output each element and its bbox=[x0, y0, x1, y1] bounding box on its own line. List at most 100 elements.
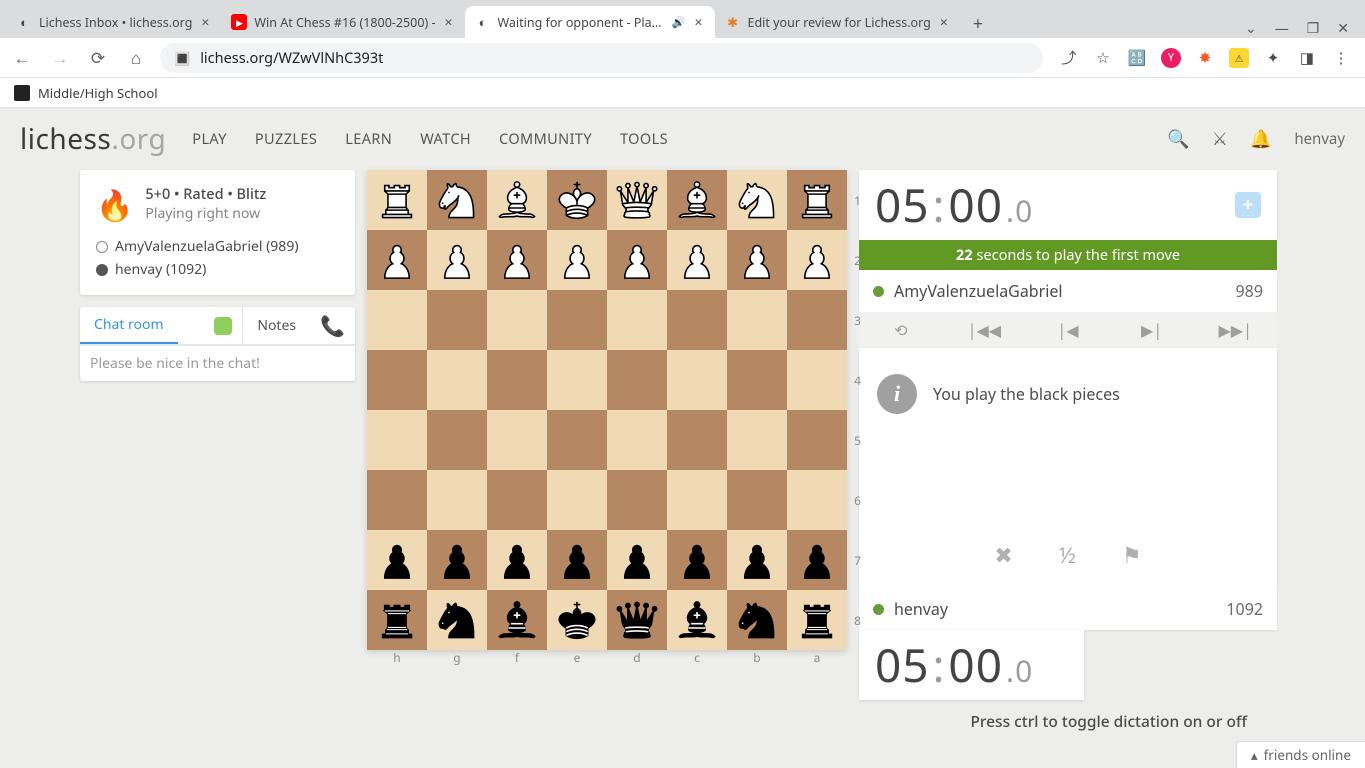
square[interactable] bbox=[367, 410, 427, 470]
minimize-icon[interactable]: — bbox=[1275, 19, 1289, 38]
nav-community[interactable]: COMMUNITY bbox=[499, 129, 592, 149]
square[interactable] bbox=[607, 170, 667, 230]
square[interactable] bbox=[667, 350, 727, 410]
piece-bP[interactable] bbox=[493, 536, 541, 584]
last-move-icon[interactable]: ▶▶| bbox=[1193, 312, 1277, 348]
reload-button[interactable]: ⟳ bbox=[84, 44, 112, 72]
square[interactable] bbox=[787, 350, 847, 410]
square[interactable] bbox=[487, 230, 547, 290]
abort-button[interactable]: ✖ bbox=[994, 540, 1012, 570]
square[interactable] bbox=[427, 470, 487, 530]
square[interactable] bbox=[607, 470, 667, 530]
square[interactable] bbox=[427, 170, 487, 230]
close-icon[interactable]: × bbox=[199, 13, 211, 32]
site-info-icon[interactable]: 🔳 bbox=[174, 49, 190, 67]
back-button[interactable]: ← bbox=[8, 44, 36, 72]
piece-wP[interactable] bbox=[733, 236, 781, 284]
square[interactable] bbox=[547, 170, 607, 230]
piece-bN[interactable] bbox=[433, 596, 481, 644]
square[interactable] bbox=[427, 230, 487, 290]
square[interactable] bbox=[667, 590, 727, 650]
square[interactable] bbox=[787, 470, 847, 530]
square[interactable] bbox=[487, 590, 547, 650]
piece-bN[interactable] bbox=[733, 596, 781, 644]
square[interactable] bbox=[667, 470, 727, 530]
piece-bR[interactable] bbox=[373, 596, 421, 644]
nav-learn[interactable]: LEARN bbox=[345, 129, 392, 149]
square[interactable] bbox=[547, 350, 607, 410]
piece-wR[interactable] bbox=[793, 176, 841, 224]
square[interactable] bbox=[727, 410, 787, 470]
piece-wB[interactable] bbox=[673, 176, 721, 224]
piece-bP[interactable] bbox=[433, 536, 481, 584]
square[interactable] bbox=[487, 350, 547, 410]
square[interactable] bbox=[547, 410, 607, 470]
square[interactable] bbox=[727, 350, 787, 410]
square[interactable] bbox=[607, 410, 667, 470]
piece-wK[interactable] bbox=[553, 176, 601, 224]
tab-notes[interactable]: Notes bbox=[242, 307, 310, 344]
square[interactable] bbox=[427, 410, 487, 470]
piece-wN[interactable] bbox=[433, 176, 481, 224]
square[interactable] bbox=[787, 170, 847, 230]
ext-icon[interactable]: ⚠ bbox=[1229, 48, 1249, 68]
piece-wN[interactable] bbox=[733, 176, 781, 224]
square[interactable] bbox=[727, 230, 787, 290]
browser-tab-active[interactable]: ◐Waiting for opponent - Play A🔊× bbox=[465, 6, 715, 38]
square[interactable] bbox=[367, 590, 427, 650]
next-move-icon[interactable]: ▶| bbox=[1110, 312, 1194, 348]
square[interactable] bbox=[727, 170, 787, 230]
tab-chat-room[interactable]: Chat room bbox=[80, 307, 178, 344]
piece-wB[interactable] bbox=[493, 176, 541, 224]
sidepanel-icon[interactable]: ◨ bbox=[1297, 48, 1317, 68]
piece-bB[interactable] bbox=[493, 596, 541, 644]
browser-tab[interactable]: ◐Lichess Inbox • lichess.org× bbox=[6, 6, 221, 38]
square[interactable] bbox=[787, 530, 847, 590]
square[interactable] bbox=[547, 230, 607, 290]
square[interactable] bbox=[427, 530, 487, 590]
chat-input[interactable]: Please be nice in the chat! bbox=[80, 345, 355, 381]
white-player[interactable]: AmyValenzuelaGabriel (989) bbox=[115, 237, 299, 256]
close-window-icon[interactable]: ✕ bbox=[1337, 19, 1349, 38]
piece-bR[interactable] bbox=[793, 596, 841, 644]
ext-icon[interactable]: ✸ bbox=[1195, 48, 1215, 68]
browser-tab[interactable]: ▶Win At Chess #16 (1800-2500) -× bbox=[221, 6, 464, 38]
square[interactable] bbox=[547, 290, 607, 350]
square[interactable] bbox=[607, 350, 667, 410]
user-menu[interactable]: henvay bbox=[1294, 129, 1345, 149]
square[interactable] bbox=[367, 350, 427, 410]
square[interactable] bbox=[367, 290, 427, 350]
piece-wP[interactable] bbox=[793, 236, 841, 284]
square[interactable] bbox=[427, 350, 487, 410]
piece-bP[interactable] bbox=[553, 536, 601, 584]
phone-icon[interactable]: 📞 bbox=[310, 312, 355, 339]
square[interactable] bbox=[607, 230, 667, 290]
piece-wR[interactable] bbox=[373, 176, 421, 224]
piece-bP[interactable] bbox=[613, 536, 661, 584]
chat-toggle[interactable] bbox=[214, 317, 232, 335]
bookmark-item[interactable]: Middle/High School bbox=[38, 84, 158, 102]
challenge-icon[interactable]: ⚔ bbox=[1212, 127, 1228, 151]
lichess-logo[interactable]: lichess.org bbox=[20, 120, 166, 158]
piece-bP[interactable] bbox=[373, 536, 421, 584]
square[interactable] bbox=[667, 170, 727, 230]
browser-tab[interactable]: ✱Edit your review for Lichess.org× bbox=[715, 6, 960, 38]
self-row[interactable]: henvay1092 bbox=[859, 588, 1277, 630]
square[interactable] bbox=[487, 410, 547, 470]
square[interactable] bbox=[367, 530, 427, 590]
nav-tools[interactable]: TOOLS bbox=[620, 129, 668, 149]
square[interactable] bbox=[607, 290, 667, 350]
square[interactable] bbox=[667, 530, 727, 590]
square[interactable] bbox=[367, 230, 427, 290]
close-icon[interactable]: × bbox=[938, 13, 950, 32]
black-player[interactable]: henvay (1092) bbox=[115, 260, 206, 279]
square[interactable] bbox=[667, 230, 727, 290]
square[interactable] bbox=[787, 230, 847, 290]
square[interactable] bbox=[787, 410, 847, 470]
piece-wP[interactable] bbox=[553, 236, 601, 284]
piece-bB[interactable] bbox=[673, 596, 721, 644]
new-tab-button[interactable]: + bbox=[964, 10, 992, 38]
square[interactable] bbox=[547, 470, 607, 530]
square[interactable] bbox=[727, 590, 787, 650]
square[interactable] bbox=[367, 170, 427, 230]
